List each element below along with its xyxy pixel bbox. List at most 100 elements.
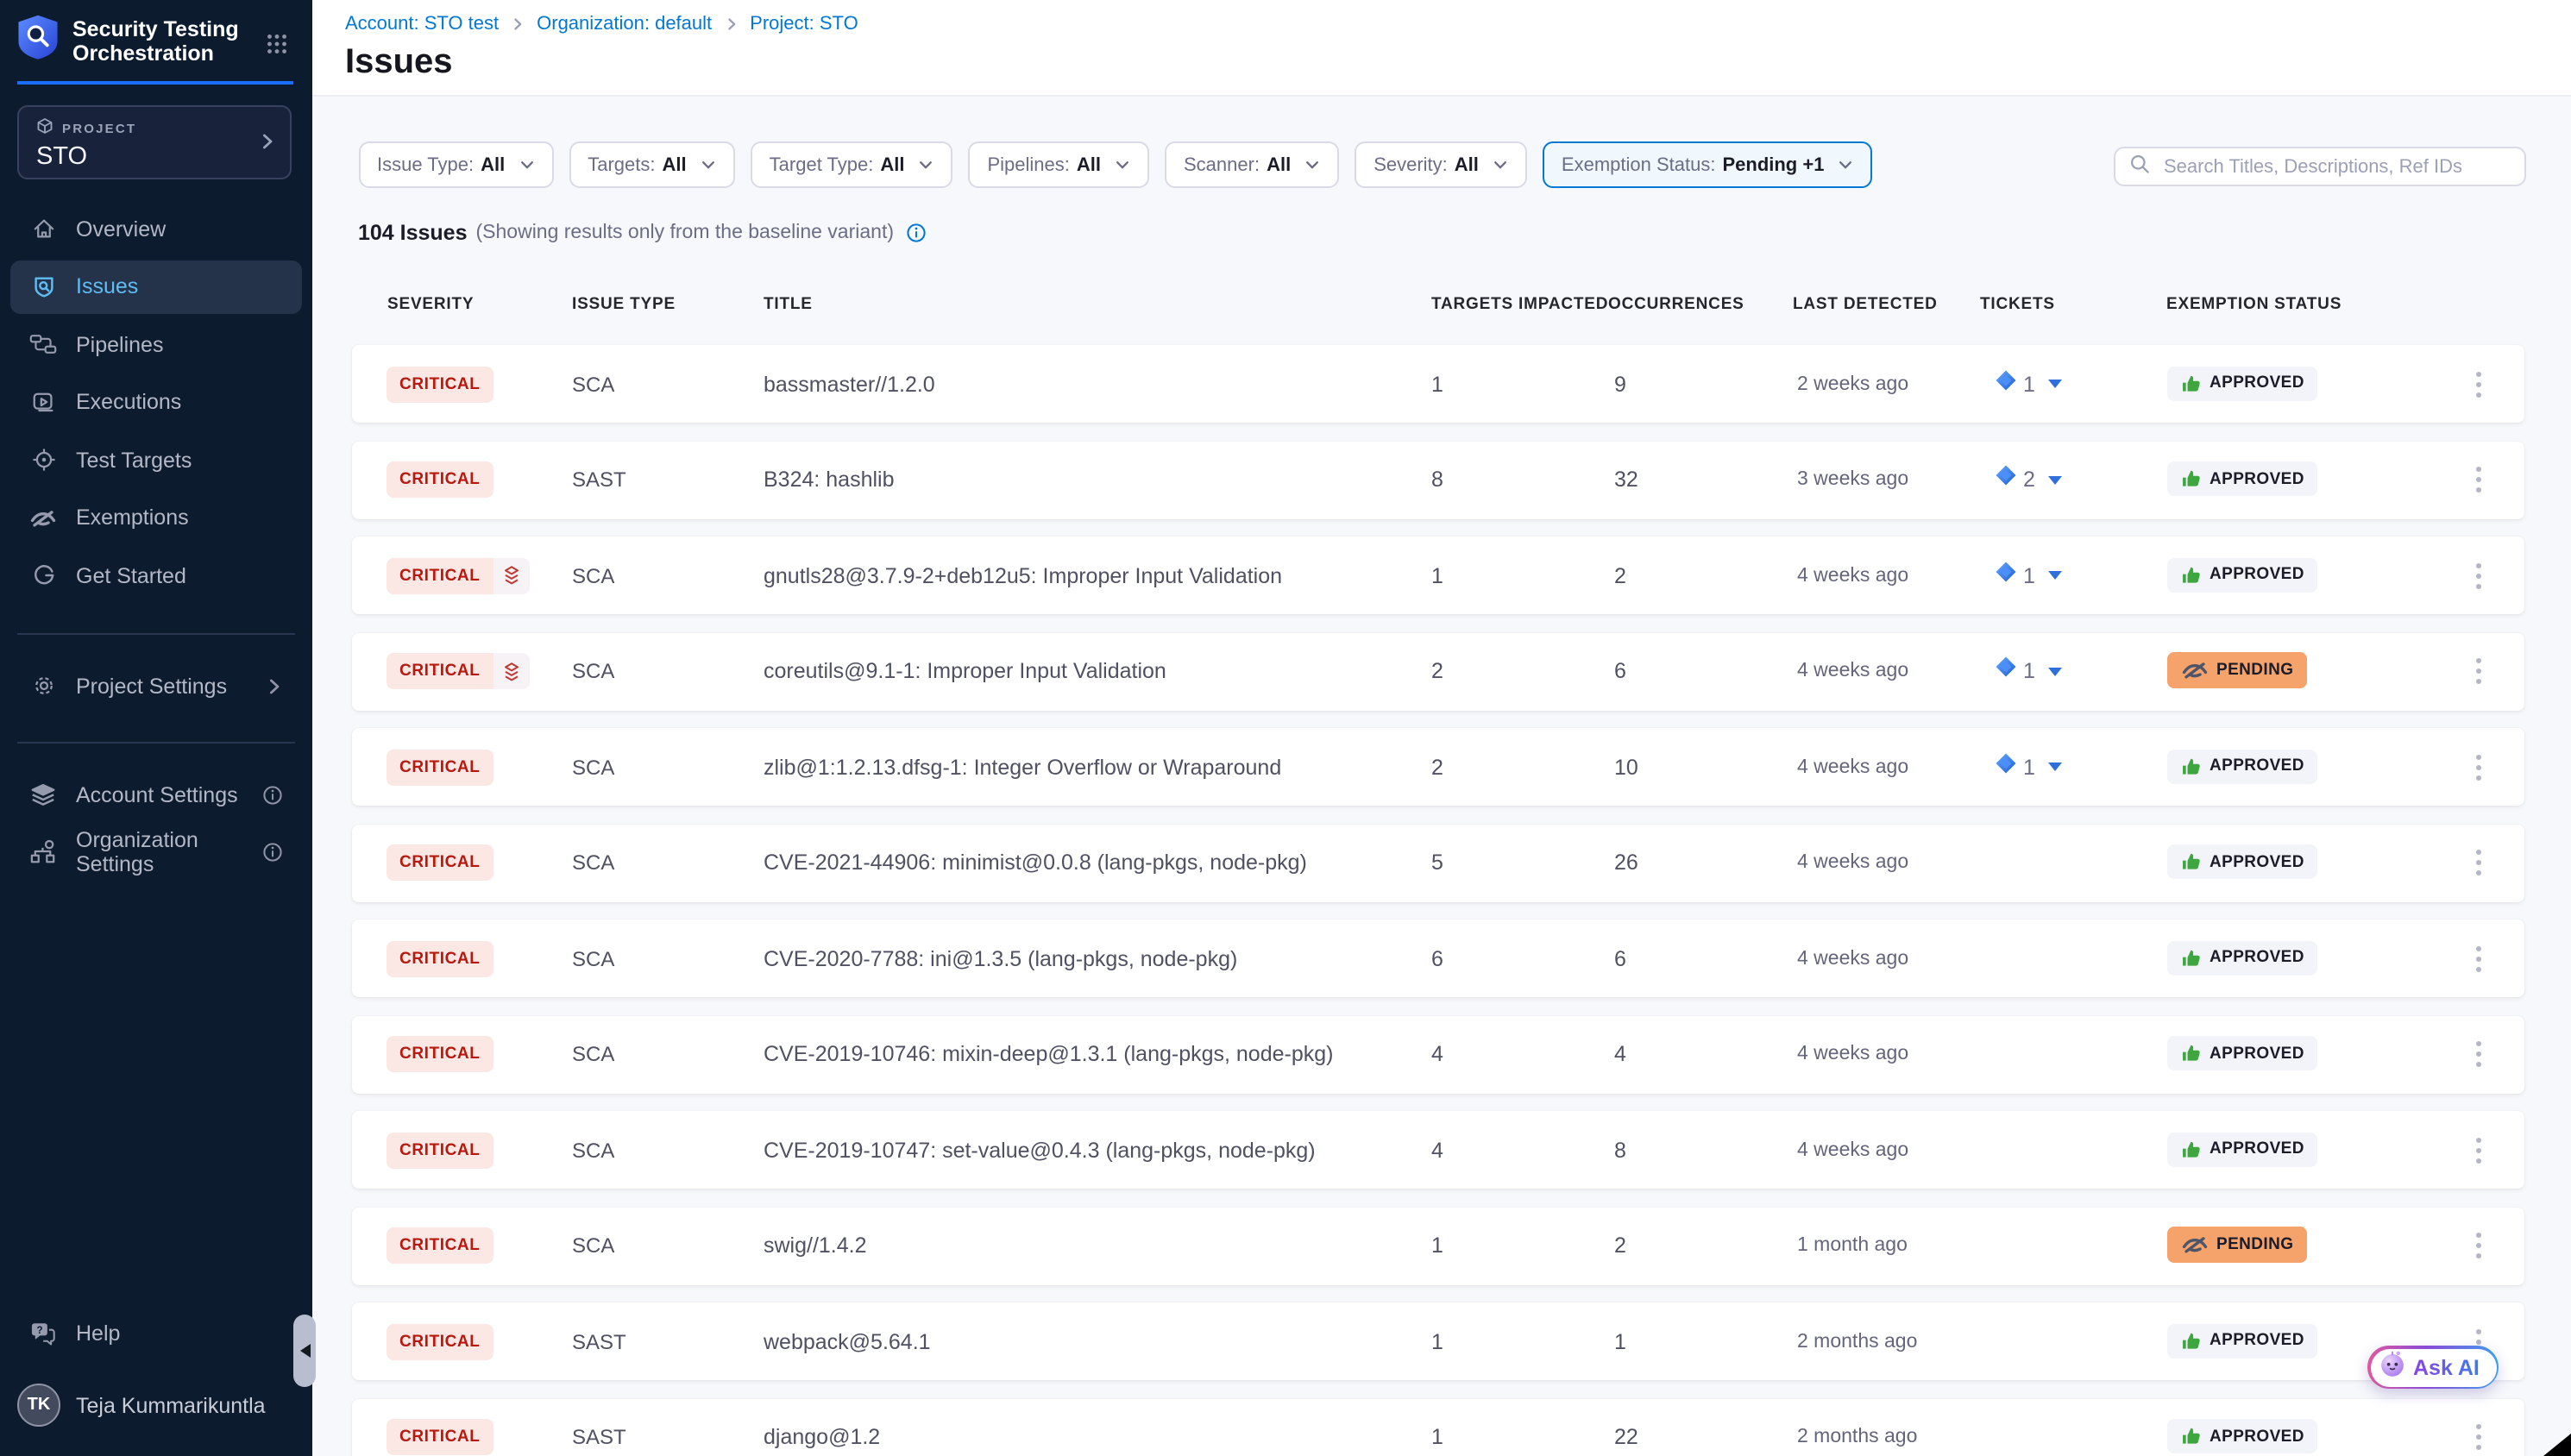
issue-row[interactable]: CRITICALSCAbassmaster//1.2.0192 weeks ag… <box>351 345 2524 423</box>
ticket-cell[interactable]: 1 <box>1994 751 2063 782</box>
severity-cell: CRITICAL <box>386 1323 493 1359</box>
filter-target-type[interactable]: Target Type:All <box>751 141 953 188</box>
issue-title[interactable]: B324: hashlib <box>764 468 895 492</box>
project-selector[interactable]: PROJECT STO <box>17 105 292 179</box>
occurrences-count: 26 <box>1614 850 1638 875</box>
issue-title[interactable]: CVE-2021-44906: minimist@0.0.8 (lang-pkg… <box>764 850 1307 875</box>
issue-title[interactable]: zlib@1:1.2.13.dfsg-1: Integer Overflow o… <box>764 755 1281 779</box>
sidebar-collapse-handle[interactable] <box>293 1315 316 1387</box>
sidebar-item-issues[interactable]: Issues <box>10 260 302 313</box>
row-menu-kebab-icon[interactable] <box>2467 1415 2489 1456</box>
breadcrumb-chevron-icon <box>724 17 738 31</box>
issue-row[interactable]: CRITICALSASTB324: hashlib8323 weeks ago2… <box>351 441 2524 518</box>
project-kicker-label: PROJECT <box>62 120 136 135</box>
info-icon[interactable] <box>906 223 927 243</box>
row-menu-kebab-icon[interactable] <box>2467 1032 2489 1076</box>
sidebar-item-executions[interactable]: Executions <box>10 375 302 429</box>
sidebar-item-project-settings[interactable]: Project Settings <box>10 659 302 712</box>
issue-type: SCA <box>572 946 614 970</box>
issue-title[interactable]: CVE-2020-7788: ini@1.3.5 (lang-pkgs, nod… <box>764 946 1237 970</box>
sidebar-item-overview[interactable]: Overview <box>10 202 302 255</box>
caret-down-icon[interactable] <box>2049 475 2063 484</box>
issue-title[interactable]: CVE-2019-10746: mixin-deep@1.3.1 (lang-p… <box>764 1042 1334 1066</box>
brand: Security Testing Orchestration <box>17 14 245 69</box>
caret-down-icon[interactable] <box>2049 667 2063 675</box>
filter-scanner[interactable]: Scanner:All <box>1165 141 1339 188</box>
sidebar-item-organization-settings[interactable]: Organization Settings <box>10 825 302 878</box>
targets-impacted-count: 4 <box>1431 1138 1443 1162</box>
row-menu-kebab-icon[interactable] <box>2467 841 2489 884</box>
issue-title[interactable]: webpack@5.64.1 <box>764 1329 931 1353</box>
filter-targets[interactable]: Targets:All <box>569 141 734 188</box>
caret-down-icon[interactable] <box>2049 571 2063 580</box>
filter-severity[interactable]: Severity:All <box>1355 141 1527 188</box>
exemption-cell: APPROVED <box>2166 1419 2318 1455</box>
info-icon[interactable] <box>262 841 283 862</box>
targets-impacted-count: 5 <box>1431 850 1443 875</box>
ticket-cell[interactable]: 2 <box>1994 464 2063 495</box>
sidebar-item-test-targets[interactable]: Test Targets <box>10 433 302 486</box>
avatar: TK <box>17 1384 60 1427</box>
issue-row[interactable]: CRITICALSCAgnutls28@3.7.9-2+deb12u5: Imp… <box>351 537 2524 614</box>
search-input[interactable] <box>2160 154 2511 179</box>
issue-row[interactable]: CRITICALSASTdjango@1.21222 months agoAPP… <box>351 1398 2524 1456</box>
chevron-down-icon <box>1304 157 1320 173</box>
issue-row[interactable]: CRITICALSCACVE-2020-7788: ini@1.3.5 (lan… <box>351 919 2524 997</box>
issue-row[interactable]: CRITICALSCAzlib@1:1.2.13.dfsg-1: Integer… <box>351 728 2524 806</box>
filter-exemption-status[interactable]: Exemption Status:Pending +1 <box>1543 141 1873 188</box>
issue-row[interactable]: CRITICALSCAswig//1.4.2121 month agoPENDI… <box>351 1207 2524 1284</box>
row-menu-kebab-icon[interactable] <box>2467 745 2489 788</box>
issue-title[interactable]: bassmaster//1.2.0 <box>764 372 935 396</box>
info-icon[interactable] <box>262 784 283 805</box>
issue-title[interactable]: coreutils@9.1-1: Improper Input Validati… <box>764 659 1166 683</box>
row-menu-kebab-icon[interactable] <box>2467 1224 2489 1267</box>
last-detected: 2 weeks ago <box>1797 373 1908 394</box>
sidebar-item-get-started[interactable]: Get Started <box>10 549 302 602</box>
project-name: STO <box>36 143 273 171</box>
row-menu-kebab-icon[interactable] <box>2467 362 2489 405</box>
issue-title[interactable]: CVE-2019-10747: set-value@0.4.3 (lang-pk… <box>764 1138 1316 1162</box>
breadcrumb-link[interactable]: Organization: default <box>537 14 712 35</box>
sidebar-item-exemptions[interactable]: Exemptions <box>10 491 302 544</box>
user-menu[interactable]: TK Teja Kummarikuntla <box>17 1384 266 1427</box>
caret-down-icon[interactable] <box>2049 763 2063 771</box>
ticket-cell[interactable]: 1 <box>1994 368 2063 399</box>
ask-ai-button[interactable]: Ask AI <box>2367 1346 2499 1389</box>
issue-row[interactable]: CRITICALSCACVE-2019-10747: set-value@0.4… <box>351 1111 2524 1189</box>
issue-row[interactable]: CRITICALSCACVE-2021-44906: minimist@0.0.… <box>351 824 2524 901</box>
row-menu-kebab-icon[interactable] <box>2467 937 2489 980</box>
ticket-cell[interactable]: 1 <box>1994 560 2063 591</box>
target-icon <box>29 447 57 473</box>
row-menu-kebab-icon[interactable] <box>2467 554 2489 597</box>
caret-down-icon[interactable] <box>2049 380 2063 388</box>
targets-impacted-count: 4 <box>1431 1042 1443 1066</box>
issue-title[interactable]: swig//1.4.2 <box>764 1233 867 1258</box>
breadcrumb-link[interactable]: Project: STO <box>750 14 858 35</box>
issue-title[interactable]: django@1.2 <box>764 1425 880 1449</box>
ai-mascot-icon <box>2377 1348 2406 1386</box>
issue-row[interactable]: CRITICALSASTwebpack@5.64.1112 months ago… <box>351 1302 2524 1380</box>
severity-badge: CRITICAL <box>386 461 493 498</box>
ticket-cell[interactable]: 1 <box>1994 656 2063 687</box>
sidebar-item-help[interactable]: ?Help <box>10 1306 302 1359</box>
exemption-status-label: APPROVED <box>2210 756 2304 775</box>
breadcrumb: Account: STO test Organization: default Pr… <box>345 14 858 35</box>
thumbs-up-icon <box>2180 851 2201 872</box>
sidebar-item-pipelines[interactable]: Pipelines <box>10 317 302 371</box>
issue-title[interactable]: gnutls28@3.7.9-2+deb12u5: Improper Input… <box>764 563 1282 587</box>
exemption-status-badge: PENDING <box>2166 652 2307 688</box>
issue-row[interactable]: CRITICALSCACVE-2019-10746: mixin-deep@1.… <box>351 1015 2524 1093</box>
issue-row[interactable]: CRITICALSCAcoreutils@9.1-1: Improper Inp… <box>351 632 2524 710</box>
sidebar-item-account-settings[interactable]: Account Settings <box>10 768 302 821</box>
filter-bar: Issue Type:All Targets:All Target Type:All… <box>358 141 1872 188</box>
row-menu-kebab-icon[interactable] <box>2467 650 2489 693</box>
thumbs-up-icon <box>2180 468 2201 489</box>
filter-pipelines[interactable]: Pipelines:All <box>968 141 1149 188</box>
sidebar-item-label: Organization Settings <box>76 827 243 875</box>
filter-issue-type[interactable]: Issue Type:All <box>358 141 553 188</box>
breadcrumb-link[interactable]: Account: STO test <box>345 14 499 35</box>
row-menu-kebab-icon[interactable] <box>2467 458 2489 501</box>
row-menu-kebab-icon[interactable] <box>2467 1128 2489 1171</box>
issue-type: SAST <box>572 1329 626 1353</box>
module-grid-icon[interactable] <box>266 33 288 64</box>
